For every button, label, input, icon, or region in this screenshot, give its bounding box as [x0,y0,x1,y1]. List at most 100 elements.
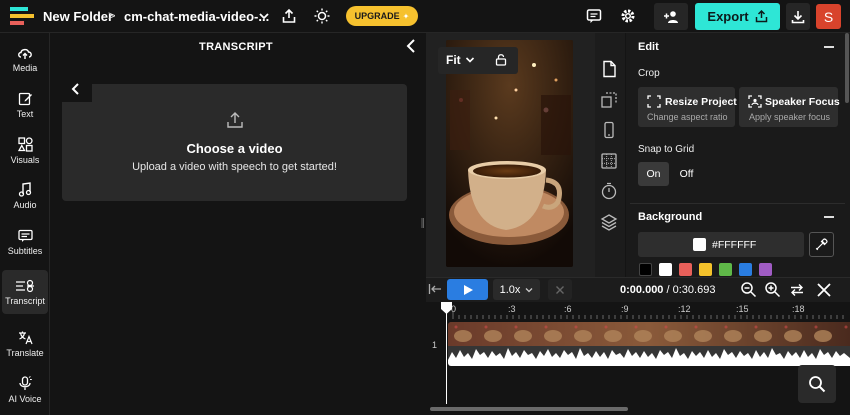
avatar[interactable]: S [816,4,841,29]
add-user-icon [664,10,678,23]
breadcrumb-separator: > [108,8,116,23]
audio-waveform [448,348,850,366]
swatch-red[interactable] [679,263,692,276]
upgrade-button[interactable]: UPGRADE ✦ [346,6,418,26]
close-timeline-icon[interactable] [816,282,832,298]
resize-icon [647,95,661,108]
zoom-in-icon[interactable] [764,281,781,298]
delete-button[interactable] [548,279,572,300]
bulb-icon[interactable] [312,6,332,26]
clip-thumbnails [448,322,850,366]
nav-label: Transcript [5,295,45,306]
nav-item-visuals[interactable]: Visuals [0,129,50,173]
time-ruler[interactable] [426,302,850,319]
current-color-swatch [693,238,706,251]
cloud-upload-icon [18,48,32,59]
music-note-icon [18,182,32,197]
nav-label: Audio [13,200,37,210]
timeline-scrollbar[interactable] [430,407,628,411]
tick-label: :3 [508,304,516,314]
nav-label: Visuals [10,155,40,165]
skip-to-start-icon[interactable] [428,283,442,295]
eyedropper-button[interactable] [809,232,834,257]
chat-icon[interactable] [584,6,604,26]
resize-project-title: Resize Project [665,96,737,108]
transcript-icon [16,279,34,292]
snap-on-option[interactable]: On [638,162,669,186]
swatch-blue[interactable] [739,263,752,276]
fit-label: Fit [446,53,461,67]
close-icon [556,285,564,294]
swatch-green[interactable] [719,263,732,276]
nav-item-text[interactable]: Text [0,83,50,127]
snap-off-option[interactable]: Off [671,162,702,186]
background-title: Background [638,211,703,223]
chevron-left-icon [71,83,79,95]
timer-icon[interactable] [600,182,618,200]
divider [630,203,845,204]
download-icon [791,10,805,23]
crop-resize-icon[interactable] [600,91,618,109]
nav-label: Subtitles [7,245,43,256]
zoom-out-icon[interactable] [740,281,757,298]
speaker-focus-subtitle: Apply speaker focus [749,112,831,122]
layers-icon[interactable] [600,213,618,231]
tick-label: :6 [564,304,572,314]
nav-item-subtitles[interactable]: Subtitles [0,220,50,264]
microphone-icon [19,376,32,390]
playhead-line [446,302,447,404]
swap-icon[interactable] [789,282,805,298]
export-button[interactable]: Export [695,3,780,30]
tick-label: :9 [621,304,629,314]
swatch-purple[interactable] [759,263,772,276]
upload-icon [227,112,243,128]
nav-item-ai-voice[interactable]: AI Voice [0,368,50,412]
translate-icon [18,331,33,345]
nav-label: Text [16,109,34,119]
play-button[interactable] [447,279,488,300]
playhead-handle[interactable] [441,302,452,314]
gear-icon[interactable] [618,6,638,26]
speed-dropdown[interactable]: 1.0x [493,279,540,300]
video-frame-image [446,40,573,267]
phone-icon[interactable] [600,121,618,139]
search-button[interactable] [798,365,836,403]
nav-label: Media [12,62,38,73]
nav-item-translate[interactable]: Translate [0,322,50,366]
top-bar: New Folder > cm-chat-media-video-... UPG… [0,0,850,33]
back-button[interactable] [62,78,92,102]
nav-item-media[interactable]: Media [0,37,50,81]
edit-panel-scrollbar[interactable] [845,33,849,103]
nav-item-audio[interactable]: Audio [0,174,50,218]
nav-label: Translate [6,348,44,358]
swatch-white[interactable] [659,263,672,276]
grid-icon[interactable] [600,152,618,170]
track-number: 1 [432,340,438,350]
tick-label: :18 [792,304,805,314]
chevron-left-icon[interactable] [404,38,418,54]
export-label: Export [707,9,749,24]
folder-name[interactable]: New Folder [43,9,113,24]
collapse-background-button[interactable] [824,216,834,218]
chevron-down-icon[interactable] [258,10,270,22]
snap-label: Snap to Grid [638,144,695,155]
add-user-button[interactable] [654,3,688,30]
chevron-down-icon [525,287,533,292]
document-icon[interactable] [600,60,618,78]
swatch-black[interactable] [639,263,652,276]
share-icon[interactable] [279,6,299,26]
project-name[interactable]: cm-chat-media-video-... [124,9,269,24]
video-preview[interactable] [446,40,573,267]
video-track-clip[interactable] [448,322,850,366]
swatch-yellow[interactable] [699,263,712,276]
download-button[interactable] [786,3,810,30]
speaker-focus-icon [748,95,762,108]
unlock-icon[interactable] [495,53,507,66]
collapse-edit-button[interactable] [824,46,834,48]
card-subtitle: Upload a video with speech to get starte… [132,161,337,173]
background-hex: #FFFFFF [712,239,757,251]
sparkle-icon: ✦ [402,11,410,21]
nav-item-transcript[interactable]: Transcript [2,270,48,314]
logo-icon[interactable] [10,6,34,26]
resize-handle[interactable] [421,218,424,228]
